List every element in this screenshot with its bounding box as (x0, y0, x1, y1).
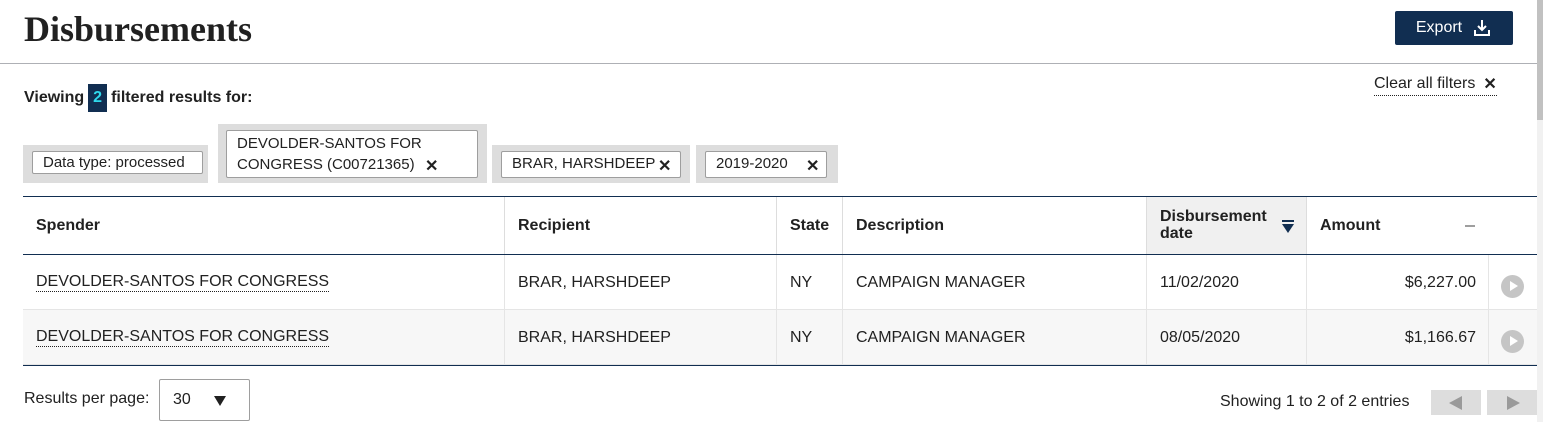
cell-recipient: BRAR, HARSHDEEP (505, 310, 777, 365)
cell-amount: $1,166.67 (1307, 310, 1489, 365)
close-icon[interactable]: ✕ (658, 156, 671, 176)
filter-tag-cycle: 2019-2020 ✕ (705, 151, 827, 178)
table-row[interactable]: DEVOLDER-SANTOS FOR CONGRESS BRAR, HARSH… (23, 255, 1537, 310)
column-label: Spender (36, 216, 101, 234)
results-per-page-select[interactable]: 30 (159, 379, 250, 421)
filter-tag-container-data-type: Data type: processed (23, 145, 208, 183)
cell-state: NY (777, 255, 843, 310)
results-per-page-value: 30 (173, 391, 191, 408)
filter-tag-label: BRAR, HARSHDEEP (512, 155, 656, 172)
filter-tag-container-recipient: BRAR, HARSHDEEP ✕ (492, 145, 690, 183)
results-summary: Viewing 2 filtered results for: (24, 84, 252, 112)
filter-tag-data-type: Data type: processed (32, 151, 203, 174)
entries-summary: Showing 1 to 2 of 2 entries (1220, 393, 1410, 410)
results-per-page-label: Results per page: (24, 390, 150, 407)
export-button[interactable]: Export (1395, 11, 1513, 45)
scrollbar-thumb[interactable] (1537, 0, 1543, 120)
filter-tag-label-line1: DEVOLDER-SANTOS FOR (237, 135, 422, 152)
close-icon[interactable]: ✕ (425, 156, 438, 177)
filter-tag-label: Data type: processed (43, 154, 185, 171)
caret-down-icon (214, 396, 226, 406)
cell-state: NY (777, 310, 843, 365)
header-divider (0, 63, 1537, 64)
column-header-disbursement-date[interactable]: Disbursement date (1147, 197, 1307, 254)
cell-date: 08/05/2020 (1147, 310, 1307, 365)
column-header-recipient[interactable]: Recipient (505, 197, 777, 254)
filter-tag-committee: DEVOLDER-SANTOS FOR CONGRESS (C00721365)… (226, 130, 478, 178)
results-count: 2 (88, 84, 108, 112)
cell-spender: DEVOLDER-SANTOS FOR CONGRESS (23, 255, 505, 310)
next-page-button[interactable] (1487, 390, 1537, 415)
cell-amount: $6,227.00 (1307, 255, 1489, 310)
export-button-label: Export (1415, 19, 1463, 36)
spender-link[interactable]: DEVOLDER-SANTOS FOR CONGRESS (36, 328, 330, 347)
play-circle-icon[interactable] (1501, 275, 1524, 298)
filter-tag-label: 2019-2020 (716, 155, 788, 172)
arrow-right-icon (1507, 396, 1520, 410)
column-label: Recipient (518, 216, 591, 234)
filter-tag-label-line2: CONGRESS (C00721365) (237, 156, 415, 173)
column-label-line1: Disbursement (1160, 207, 1267, 225)
clear-all-filters-link[interactable]: Clear all filters ✕ (1374, 74, 1497, 96)
viewing-suffix: filtered results for: (111, 89, 253, 106)
table-bottom-rule (23, 365, 1537, 366)
sort-neutral-icon (1465, 225, 1475, 227)
column-header-state[interactable]: State (777, 197, 843, 254)
column-header-description[interactable]: Description (843, 197, 1147, 254)
viewing-prefix: Viewing (24, 89, 85, 106)
cell-spender: DEVOLDER-SANTOS FOR CONGRESS (23, 310, 505, 365)
filter-tag-recipient: BRAR, HARSHDEEP ✕ (501, 151, 681, 178)
sort-descending-icon (1282, 220, 1294, 233)
table-row[interactable]: DEVOLDER-SANTOS FOR CONGRESS BRAR, HARSH… (23, 310, 1537, 365)
column-header-amount[interactable]: Amount (1307, 197, 1537, 254)
column-header-spender[interactable]: Spender (23, 197, 505, 254)
clear-all-filters-label: Clear all filters (1374, 75, 1476, 92)
filter-tag-container-cycle: 2019-2020 ✕ (696, 145, 838, 183)
cell-recipient: BRAR, HARSHDEEP (505, 255, 777, 310)
previous-page-button[interactable] (1431, 390, 1481, 415)
table-header: Spender Recipient State Description Disb… (23, 196, 1537, 255)
column-label: Description (856, 216, 945, 234)
play-circle-icon[interactable] (1501, 330, 1524, 353)
arrow-left-icon (1449, 396, 1462, 410)
column-label: Amount (1320, 216, 1381, 234)
page-title: Disbursements (24, 9, 253, 49)
cell-description: CAMPAIGN MANAGER (843, 310, 1147, 365)
cell-description: CAMPAIGN MANAGER (843, 255, 1147, 310)
scrollbar[interactable] (1537, 0, 1543, 422)
close-icon[interactable]: ✕ (806, 156, 819, 176)
column-label-line2: date (1160, 224, 1193, 242)
cell-date: 11/02/2020 (1147, 255, 1307, 310)
filter-tag-container-committee: DEVOLDER-SANTOS FOR CONGRESS (C00721365)… (218, 124, 487, 183)
download-icon (1474, 20, 1491, 36)
column-label: State (790, 216, 830, 234)
spender-link[interactable]: DEVOLDER-SANTOS FOR CONGRESS (36, 273, 330, 292)
close-icon: ✕ (1483, 76, 1497, 93)
